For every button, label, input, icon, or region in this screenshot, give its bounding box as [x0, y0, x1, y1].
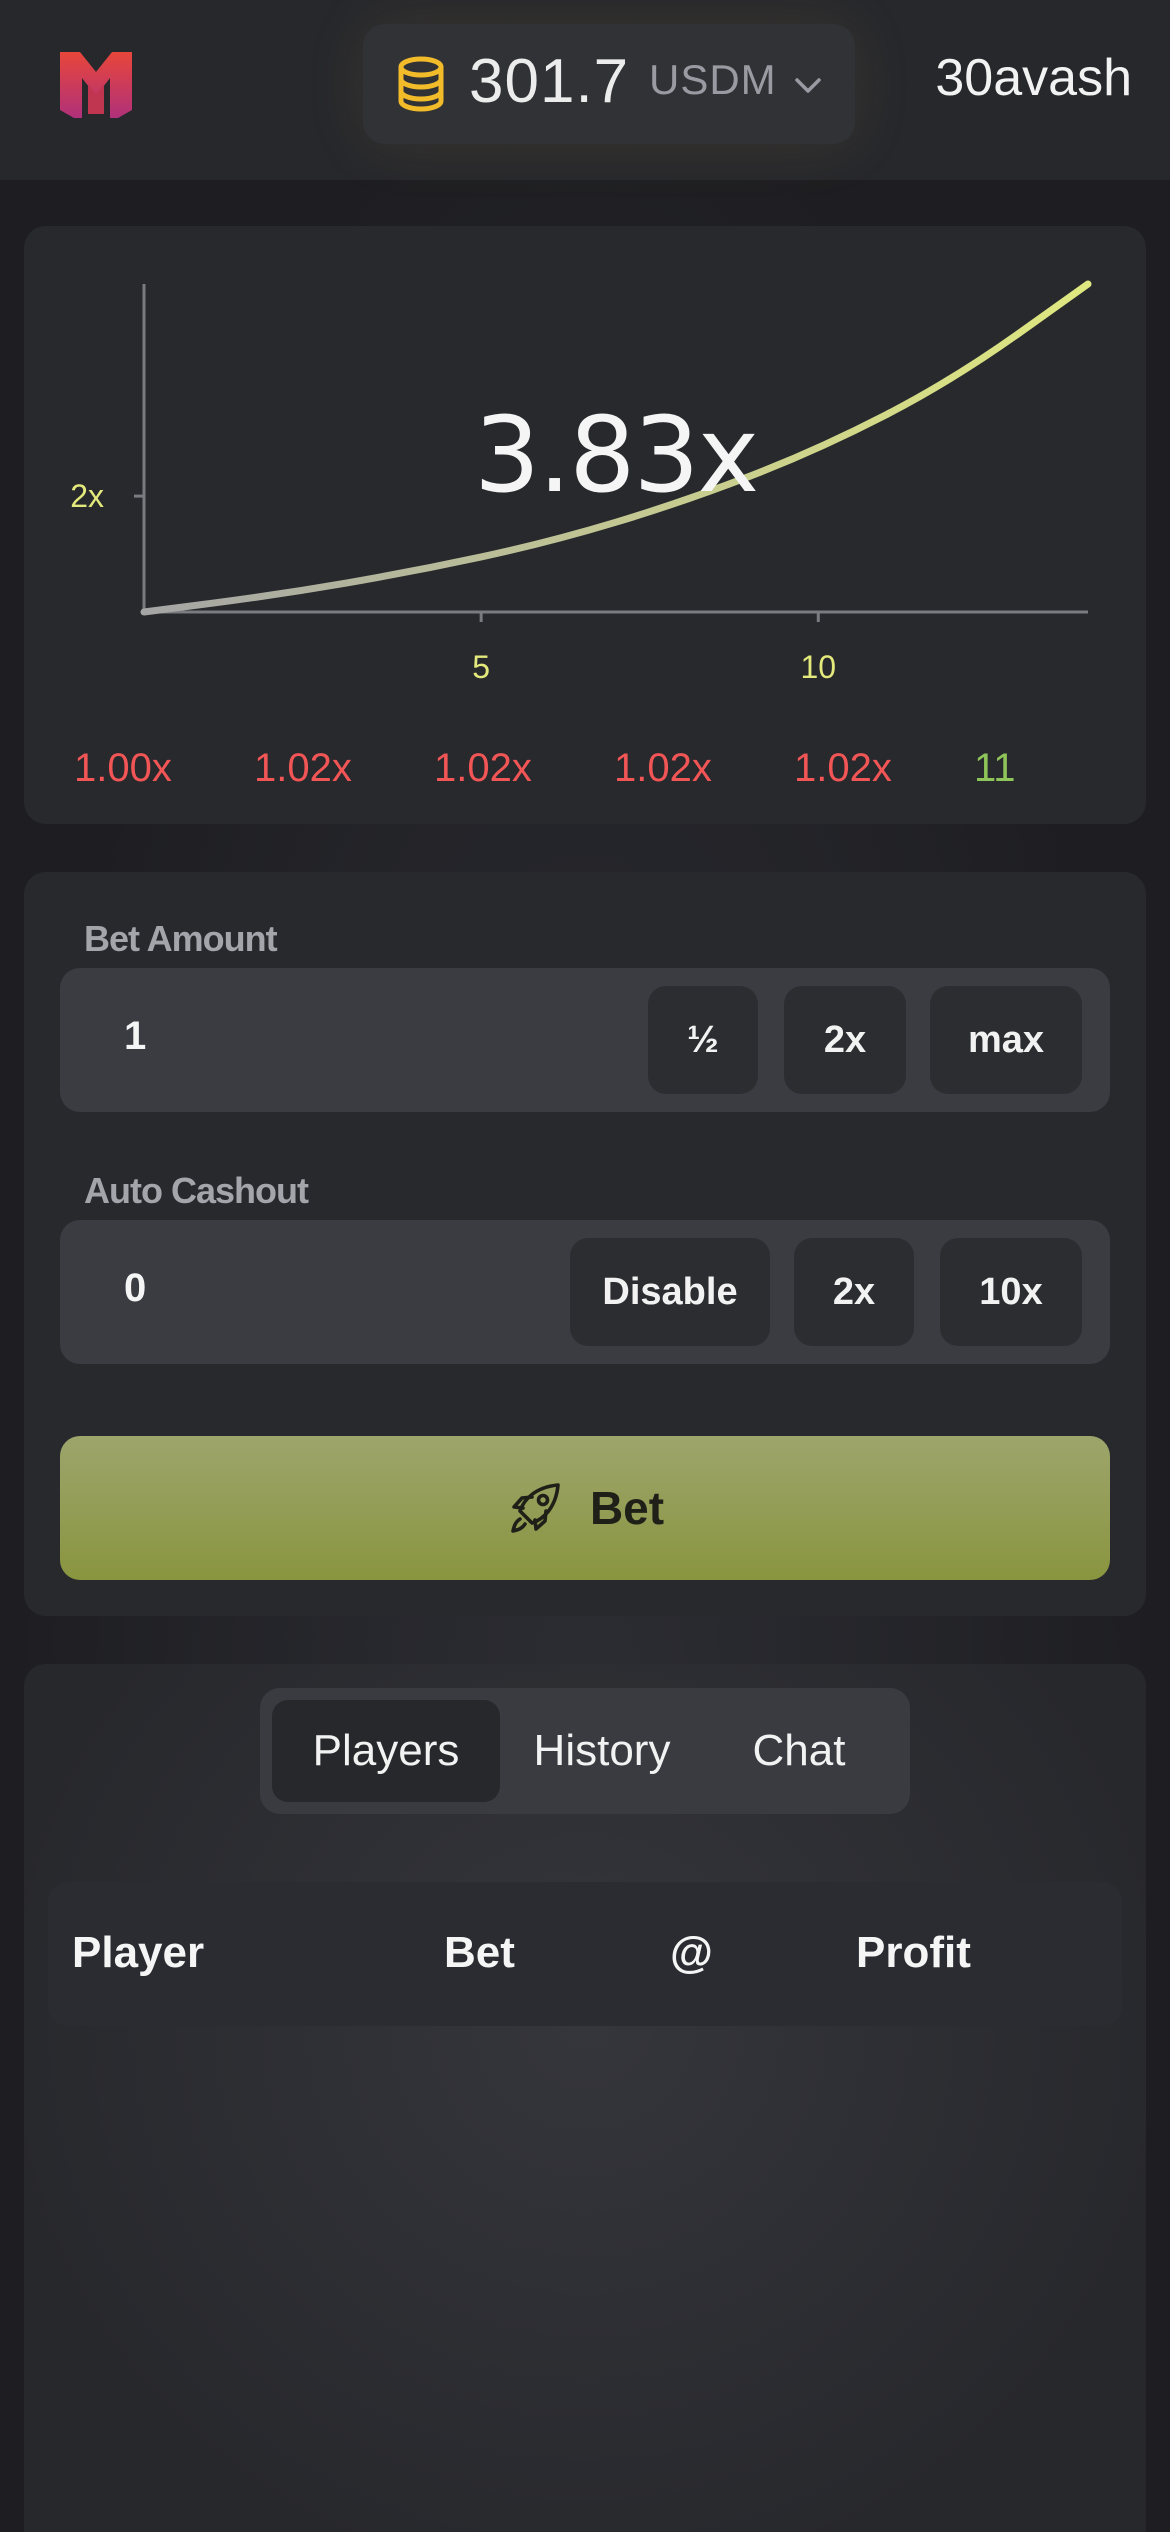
- auto-cashout-field[interactable]: 0 Disable 2x 10x: [60, 1220, 1110, 1364]
- history-multiplier: 11: [974, 746, 1016, 790]
- max-bet-button[interactable]: max: [930, 986, 1082, 1094]
- tab-history[interactable]: History: [512, 1700, 692, 1802]
- auto-cashout-input[interactable]: 0: [124, 1266, 146, 1311]
- double-bet-button[interactable]: 2x: [784, 986, 906, 1094]
- disable-cashout-button[interactable]: Disable: [570, 1238, 770, 1346]
- tab-players[interactable]: Players: [272, 1700, 500, 1802]
- brand-logo-icon[interactable]: [58, 48, 134, 118]
- column-at: @: [670, 1928, 713, 1977]
- history-multiplier: 1.00x: [74, 746, 172, 790]
- x-tick-label: 5: [472, 649, 490, 685]
- history-multiplier: 1.02x: [614, 746, 712, 790]
- players-table-header: Player Bet @ Profit: [48, 1882, 1122, 2026]
- auto-cashout-label: Auto Cashout: [84, 1170, 309, 1211]
- half-bet-button[interactable]: ½: [648, 986, 758, 1094]
- balance-amount: 301.7: [469, 47, 630, 116]
- bet-amount-input[interactable]: 1: [124, 1014, 146, 1059]
- column-bet: Bet: [444, 1928, 515, 1977]
- crash-chart-panel: 5 10 2x 3.83x 1.00x 1.02x 1.02x 1.02x 1.02x 11: [24, 226, 1146, 824]
- column-player: Player: [72, 1928, 205, 1977]
- activity-panel: Players History Chat Player Bet @ Profit: [24, 1664, 1146, 2532]
- username[interactable]: 30avash: [935, 48, 1132, 108]
- current-multiplier: 3.83x: [474, 394, 759, 516]
- tab-chat[interactable]: Chat: [704, 1700, 894, 1802]
- history-multiplier: 1.02x: [794, 746, 892, 790]
- coins-icon: [398, 56, 444, 112]
- rocket-icon: [511, 1483, 560, 1533]
- top-bar: 301.7 USDM 30avash: [0, 0, 1170, 180]
- bet-amount-field[interactable]: 1 ½ 2x max: [60, 968, 1110, 1112]
- cashout-2x-button[interactable]: 2x: [794, 1238, 914, 1346]
- history-multiplier: 1.02x: [254, 746, 352, 790]
- crash-chart: 5 10 2x: [70, 280, 1092, 685]
- round-history-strip: 1.00x 1.02x 1.02x 1.02x 1.02x 11: [74, 746, 1074, 806]
- tab-bar: Players History Chat: [260, 1688, 910, 1814]
- x-tick-label: 10: [800, 649, 836, 685]
- bet-button[interactable]: Bet: [60, 1436, 1110, 1580]
- history-multiplier: 1.02x: [434, 746, 532, 790]
- column-profit: Profit: [856, 1928, 971, 1977]
- y-tick-label: 2x: [70, 478, 104, 514]
- chevron-down-icon: [795, 78, 821, 93]
- wallet-selector[interactable]: 301.7 USDM: [363, 24, 855, 144]
- cashout-10x-button[interactable]: 10x: [940, 1238, 1082, 1346]
- currency-label: USDM: [649, 56, 777, 103]
- bet-button-label: Bet: [589, 1482, 665, 1534]
- bet-panel: Bet Amount 1 ½ 2x max Auto Cashout 0 Dis…: [24, 872, 1146, 1616]
- bet-amount-label: Bet Amount: [84, 918, 278, 959]
